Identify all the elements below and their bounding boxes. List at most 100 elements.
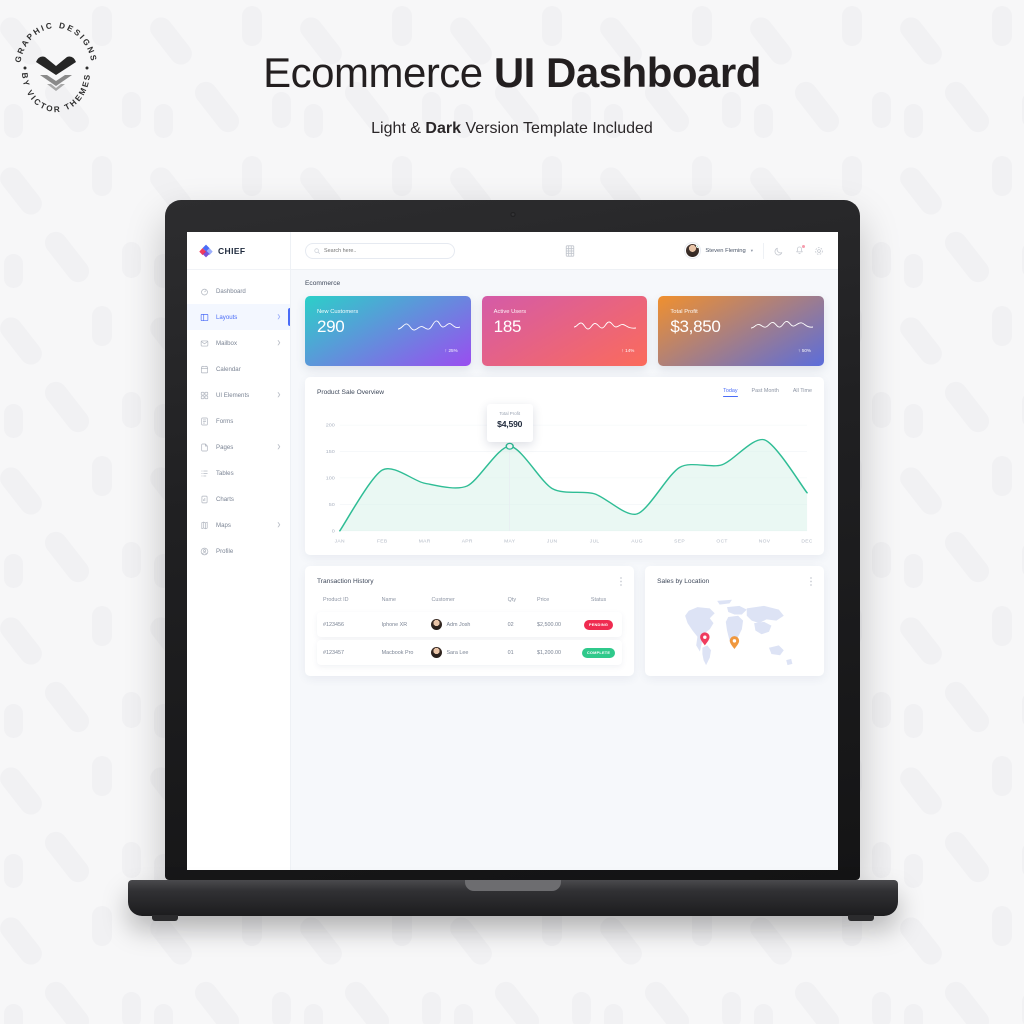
stat-cards-row: New Customers 290 ↑ 25% Active Users 185 ↑ 14% T… <box>305 296 825 366</box>
sidebar-item-label: Profile <box>216 547 234 555</box>
promo-header: Ecommerce UI Dashboard Light & Dark Vers… <box>0 0 1024 185</box>
sidebar-item-calendar[interactable]: Calendar <box>187 356 290 382</box>
title-bold-part: UI Dashboard <box>493 49 762 96</box>
sidebar-item-forms[interactable]: Forms <box>187 408 290 434</box>
search-icon <box>314 247 320 254</box>
map-icon <box>201 521 208 529</box>
map-marker-europe-africa[interactable] <box>729 636 740 650</box>
world-map[interactable] <box>655 596 814 695</box>
sidebar-item-label: Charts <box>216 495 234 503</box>
calendar-icon <box>201 365 208 373</box>
product-sale-overview-card: Product Sale Overview Today Past Month All… <box>305 377 824 555</box>
more-options-icon[interactable] <box>620 577 623 586</box>
svg-text:AUG: AUG <box>631 539 643 544</box>
sidebar-item-ui-elements[interactable]: UI Elements ❯ <box>187 382 290 408</box>
chevron-right-icon: ❯ <box>276 314 281 320</box>
loc-card-header: Sales by Location <box>657 577 812 586</box>
user-menu[interactable]: Steven Fleming ▾ <box>685 243 753 258</box>
cell-name: Iphone XR <box>381 621 408 628</box>
tab-today[interactable]: Today <box>723 388 738 397</box>
bell-wrapper[interactable] <box>794 244 805 256</box>
search-box[interactable] <box>305 242 455 259</box>
sidebar: CHIEF Dashboard Layouts ❯ Mailbox ❯ Calendar U… <box>187 232 291 870</box>
page-title: Ecommerce UI Dashboard <box>0 52 1024 94</box>
sparkline-chart <box>397 320 460 331</box>
table-row[interactable]: #123456 Iphone XR Adm Josh 02 $2,500.00 PENDI… <box>317 612 623 637</box>
main-column: Steven Fleming ▾ <box>291 232 838 870</box>
sidebar-item-maps[interactable]: Maps ❯ <box>187 512 290 538</box>
brand-row[interactable]: CHIEF <box>187 232 290 270</box>
apps-grid-icon[interactable] <box>565 244 575 257</box>
topbar: Steven Fleming ▾ <box>291 232 838 270</box>
mail-icon <box>200 340 209 346</box>
chief-logo-icon <box>199 244 213 257</box>
sidebar-item-profile[interactable]: Profile <box>187 538 290 564</box>
chevron-right-icon: ❯ <box>276 392 281 398</box>
sales-by-location-card: Sales by Location <box>645 566 824 695</box>
svg-text:OCT: OCT <box>716 539 727 544</box>
column-header-price: Price <box>536 597 550 603</box>
gear-icon[interactable] <box>814 246 824 256</box>
tab-all-time[interactable]: All Time <box>793 388 812 397</box>
column-header-qty: Qty <box>507 597 517 603</box>
column-header-customer: Customer <box>431 597 455 603</box>
tooltip-label: Total Profit <box>499 411 521 417</box>
search-input[interactable] <box>324 247 446 254</box>
tab-past-month[interactable]: Past Month <box>752 388 779 397</box>
laptop-notch <box>465 880 561 891</box>
dashboard-app: CHIEF Dashboard Layouts ❯ Mailbox ❯ Calendar U… <box>187 232 838 870</box>
brand-name: CHIEF <box>218 245 246 256</box>
sidebar-item-label: Mailbox <box>216 339 237 347</box>
arrow-up-icon: ↑ <box>798 348 801 353</box>
svg-text:JUN: JUN <box>547 539 558 544</box>
customer-name: Adm Josh <box>446 621 471 628</box>
user-name: Steven Fleming <box>705 247 746 254</box>
chart-axis-labels: 0 50 100 150 200 JAN FEB MAR APR MAY JUN JUL AUG SEP O… <box>326 423 812 544</box>
table-row[interactable]: #123457 Macbook Pro Sara Lee 01 $1,200.00 COM… <box>317 640 623 665</box>
chevron-right-icon: ❯ <box>276 444 281 450</box>
customer-avatar <box>431 619 443 630</box>
svg-text:SEP: SEP <box>674 539 685 544</box>
sidebar-item-charts[interactable]: Charts <box>187 486 290 512</box>
chevron-right-icon: ❯ <box>276 522 281 528</box>
page-subtitle: Light & Dark Version Template Included <box>0 120 1024 138</box>
notification-badge <box>801 244 805 248</box>
svg-text:0: 0 <box>332 529 335 534</box>
sidebar-item-pages[interactable]: Pages ❯ <box>187 434 290 460</box>
stat-delta: ↑ 25% <box>445 348 458 353</box>
sparkline-chart <box>751 321 814 329</box>
stat-card-active-users[interactable]: Active Users 185 ↑ 14% <box>481 296 648 366</box>
chart-icon <box>201 495 208 503</box>
form-icon <box>201 417 208 425</box>
cell-product-id: #123456 <box>323 621 344 628</box>
moon-icon[interactable] <box>774 246 784 256</box>
sidebar-nav: Dashboard Layouts ❯ Mailbox ❯ Calendar UI Elem… <box>187 270 290 564</box>
stat-label: Total Profit <box>670 309 698 315</box>
speedometer-icon <box>201 288 208 295</box>
laptop-foot-right <box>848 915 874 921</box>
more-options-icon[interactable] <box>810 577 812 586</box>
stat-card-new-customers[interactable]: New Customers 290 ↑ 25% <box>305 296 471 366</box>
sidebar-item-tables[interactable]: Tables <box>187 460 290 486</box>
layout-icon <box>200 313 209 321</box>
svg-text:100: 100 <box>326 476 335 481</box>
status-badge: COMPLETE <box>581 647 616 658</box>
svg-text:MAY: MAY <box>504 539 515 544</box>
svg-text:FEB: FEB <box>377 539 388 544</box>
cell-product-id: #123457 <box>323 649 344 656</box>
chart-range-tabs: Today Past Month All Time <box>723 388 812 397</box>
sidebar-item-mailbox[interactable]: Mailbox ❯ <box>187 330 290 356</box>
stat-label: Active Users <box>493 309 527 315</box>
title-light-part: Ecommerce <box>263 49 494 96</box>
laptop-foot-left <box>152 915 178 921</box>
column-header-status: Status <box>590 597 607 603</box>
sidebar-item-dashboard[interactable]: Dashboard <box>187 278 290 304</box>
breadcrumb: Ecommerce <box>305 280 341 287</box>
cell-qty: 02 <box>507 621 514 628</box>
svg-text:GRAPHIC DESIGNS: GRAPHIC DESIGNS <box>14 21 99 64</box>
transaction-history-card: Transaction History Product ID Name Custom… <box>305 566 635 676</box>
stat-card-total-profit[interactable]: Total Profit $3,850 ↑ 50% <box>658 296 825 366</box>
cell-price: $1,200.00 <box>536 649 561 656</box>
topbar-divider-1 <box>763 242 764 259</box>
sidebar-item-layouts[interactable]: Layouts ❯ <box>187 304 290 330</box>
